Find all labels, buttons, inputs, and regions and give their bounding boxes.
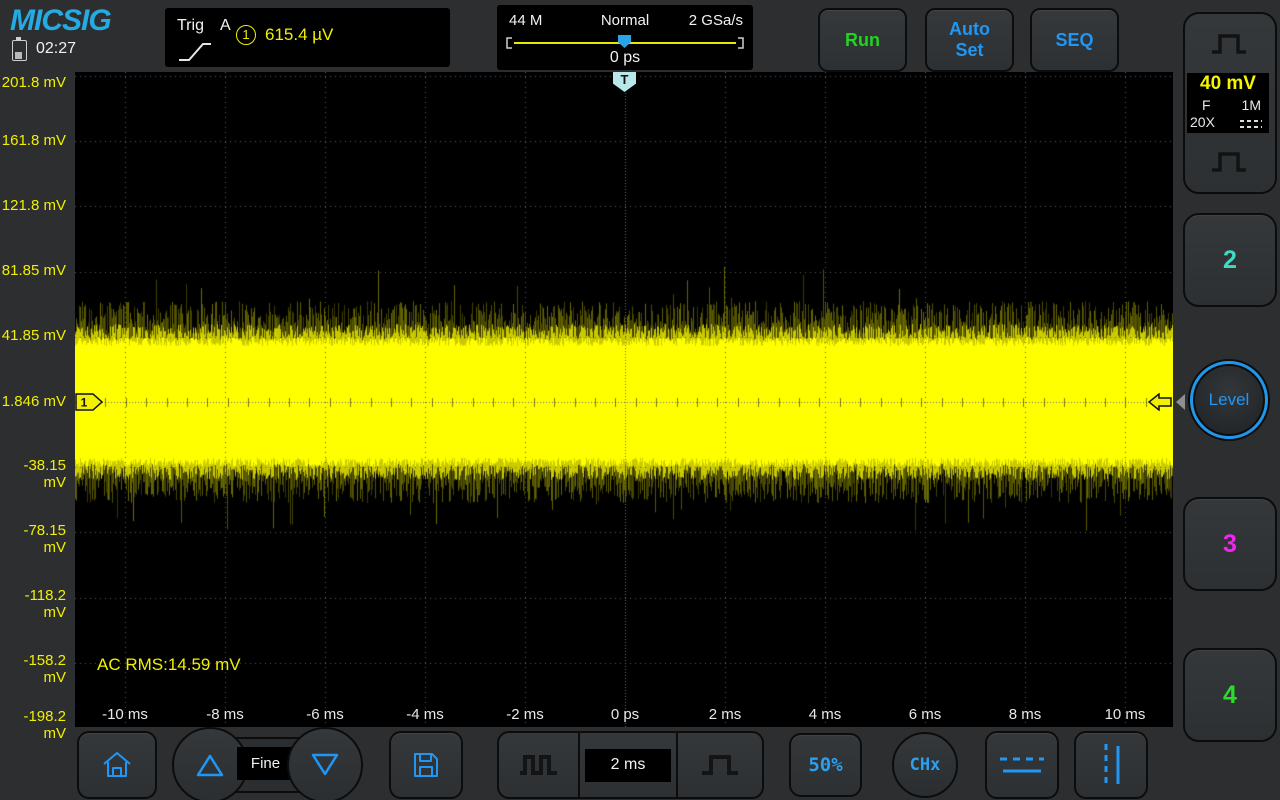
save-button[interactable] <box>389 731 463 799</box>
vertical-cursor-icon <box>1093 739 1129 791</box>
y-axis-label: 81.85 mV <box>0 262 66 279</box>
y-axis-label: -118.2 mV <box>0 587 66 621</box>
horizontal-position-value: 0 ps <box>497 49 753 67</box>
timebase-status-box[interactable]: 44 M Normal 2 GSa/s 0 ps <box>497 5 753 70</box>
slider-right-bracket-icon <box>737 37 744 49</box>
brand-logo: MICSIG <box>10 4 111 38</box>
rising-edge-icon <box>177 40 213 64</box>
x-axis-label: 8 ms <box>1009 706 1042 723</box>
horizontal-cursor-icon <box>995 747 1049 783</box>
timebase-zoom-in-button[interactable] <box>676 733 762 797</box>
y-axis-label: -158.2 mV <box>0 652 66 686</box>
level-knob[interactable]: Level <box>1190 361 1268 439</box>
timebase-control-group: 2 ms <box>497 731 764 799</box>
channel3-button[interactable]: 3 <box>1183 497 1277 591</box>
channel4-button[interactable]: 4 <box>1183 648 1277 742</box>
scale-down-button[interactable] <box>1209 149 1249 175</box>
time-per-div-box[interactable]: 2 ms <box>585 749 671 782</box>
channel2-button[interactable]: 2 <box>1183 213 1277 307</box>
triangle-up-icon <box>195 752 225 778</box>
x-axis-label: -4 ms <box>406 706 444 723</box>
trigger-channel-badge: 1 <box>236 25 256 45</box>
waveform-display: T 1 AC RMS:14.59 mV -10 ms -8 ms -6 ms -… <box>75 72 1173 727</box>
channel1-zero-marker[interactable]: 1 <box>75 393 103 411</box>
y-axis-label: 201.8 mV <box>0 74 66 91</box>
x-axis-label: 0 ps <box>611 706 639 723</box>
y-axis-label: 41.85 mV <box>0 327 66 344</box>
seq-button[interactable]: SEQ <box>1030 8 1119 72</box>
waveform-canvas[interactable] <box>75 72 1173 727</box>
y-axis-label: -198.2 mV <box>0 708 66 742</box>
channel1-impedance: 1M <box>1242 97 1261 113</box>
scale-up-button[interactable] <box>1209 31 1249 57</box>
channel1-coupling: F <box>1202 97 1211 113</box>
sample-rate: 2 GSa/s <box>689 12 743 29</box>
channel1-probe: 20X <box>1190 114 1215 130</box>
horizontal-cursor-button[interactable] <box>985 731 1059 799</box>
trigger-source: A <box>220 17 231 35</box>
x-axis-label: -2 ms <box>506 706 544 723</box>
measurement-readout: AC RMS:14.59 mV <box>97 655 241 675</box>
channel-select-button[interactable]: CHx <box>892 732 958 798</box>
knob-pointer-icon <box>1176 394 1185 410</box>
save-icon <box>411 750 441 780</box>
autoset-button[interactable]: Auto Set <box>925 8 1014 72</box>
vertical-cursor-button[interactable] <box>1074 731 1148 799</box>
x-axis-label: 6 ms <box>909 706 942 723</box>
x-axis-label: -8 ms <box>206 706 244 723</box>
pulse-train-icon <box>517 751 561 779</box>
adjust-down-button[interactable] <box>287 727 363 800</box>
y-axis-label: 121.8 mV <box>0 197 66 214</box>
oscilloscope-screen: MICSIG 02:27 Trig A 1 615.4 µV 44 M Norm… <box>0 0 1280 800</box>
x-axis-label: 10 ms <box>1105 706 1146 723</box>
home-icon <box>100 749 134 781</box>
run-button[interactable]: Run <box>818 8 907 72</box>
trigger-50-percent-button[interactable]: 50% <box>789 733 862 797</box>
y-axis-label: 1.846 mV <box>0 393 66 410</box>
slider-left-bracket-icon <box>506 37 513 49</box>
channel1-scale: 40 mV <box>1187 73 1269 95</box>
x-axis-label: -10 ms <box>102 706 148 723</box>
x-axis-label: 2 ms <box>709 706 742 723</box>
horizontal-position-marker[interactable] <box>618 35 631 48</box>
trigger-label: Trig <box>177 17 204 35</box>
channel1-info-box[interactable]: 40 mV F 1M 20X <box>1187 73 1269 133</box>
pulse-icon <box>698 751 742 779</box>
timebase-value-segment: 2 ms <box>578 733 676 797</box>
y-axis-label: -78.15 mV <box>0 522 66 556</box>
trigger-status-box[interactable]: Trig A 1 615.4 µV <box>165 8 450 67</box>
clock: 02:27 <box>36 40 76 58</box>
svg-text:1: 1 <box>81 396 88 410</box>
coupling-dashes-icon <box>1239 118 1263 130</box>
home-button[interactable] <box>77 731 157 799</box>
trigger-level-arrow[interactable] <box>1148 393 1172 411</box>
x-axis-label: -6 ms <box>306 706 344 723</box>
fine-mode-toggle[interactable]: Fine <box>237 747 294 780</box>
battery-icon <box>12 40 27 61</box>
timebase-zoom-out-button[interactable] <box>499 733 578 797</box>
trigger-level-value: 615.4 µV <box>265 25 333 45</box>
y-axis-label: -38.15 mV <box>0 457 66 491</box>
channel1-control-group: 40 mV F 1M 20X <box>1183 12 1277 194</box>
triangle-down-icon <box>310 752 340 778</box>
y-axis-label: 161.8 mV <box>0 132 66 149</box>
x-axis-label: 4 ms <box>809 706 842 723</box>
